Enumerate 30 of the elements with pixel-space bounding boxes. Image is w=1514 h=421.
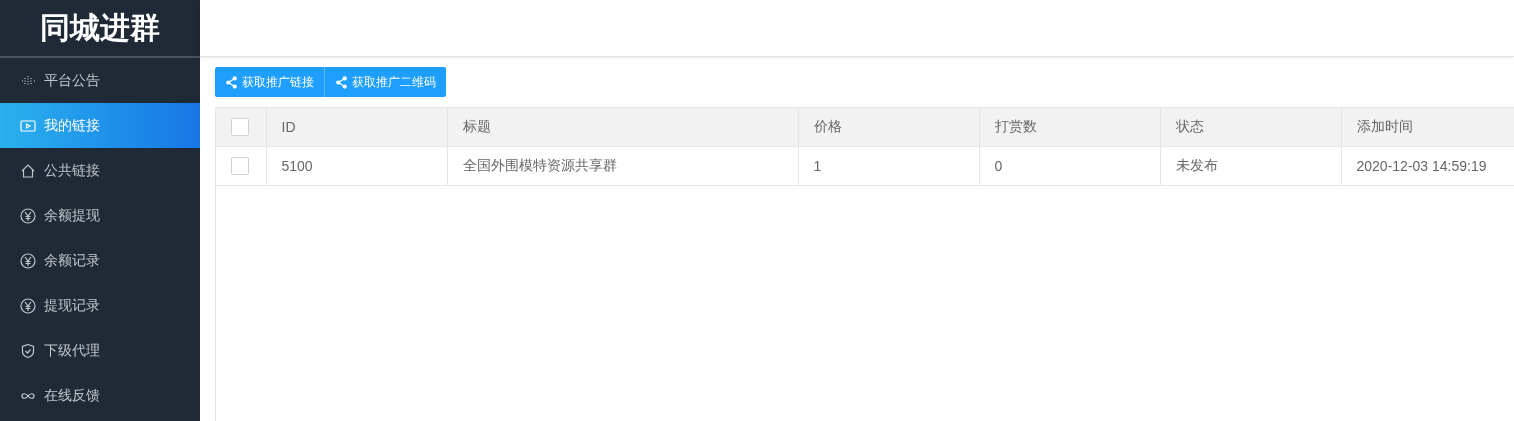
checkbox[interactable] — [231, 157, 249, 175]
table-cell: 5100 — [281, 158, 313, 174]
table-cell: 0 — [994, 158, 1003, 174]
logo: 同城进群 — [0, 0, 200, 58]
column-header: 状态 — [1175, 118, 1204, 134]
shield-icon — [20, 342, 36, 359]
sidebar-item[interactable]: 下级代理 — [0, 328, 200, 373]
yen-icon — [20, 207, 36, 224]
sidebar-item[interactable]: 平台公告 — [0, 58, 200, 103]
table-cell: 1 — [813, 158, 822, 174]
column-header: 标题 — [462, 118, 491, 134]
column-header: 打赏数 — [994, 118, 1037, 134]
yen-icon — [20, 252, 36, 269]
checkbox[interactable] — [231, 118, 249, 136]
sidebar-item[interactable]: 余额提现 — [0, 193, 200, 238]
column-header: 价格 — [813, 118, 842, 134]
video-icon — [20, 117, 36, 134]
yen-icon — [20, 297, 36, 314]
table-cell: 2020-12-03 14:59:19 — [1356, 158, 1487, 174]
home-icon — [20, 162, 36, 179]
sidebar-item[interactable]: 余额记录 — [0, 238, 200, 283]
table-cell: 全国外围模特资源共享群 — [462, 157, 617, 173]
share-icon — [225, 75, 238, 89]
column-header: ID — [281, 119, 296, 135]
sidebar-item[interactable]: 提现记录 — [0, 283, 200, 328]
column-header: 添加时间 — [1356, 118, 1413, 134]
sidebar-item[interactable]: 在线反馈 — [0, 373, 200, 418]
sidebar-item[interactable]: 公共链接 — [0, 148, 200, 193]
share-icon — [335, 75, 348, 89]
table-cell: 未发布 — [1175, 157, 1218, 173]
